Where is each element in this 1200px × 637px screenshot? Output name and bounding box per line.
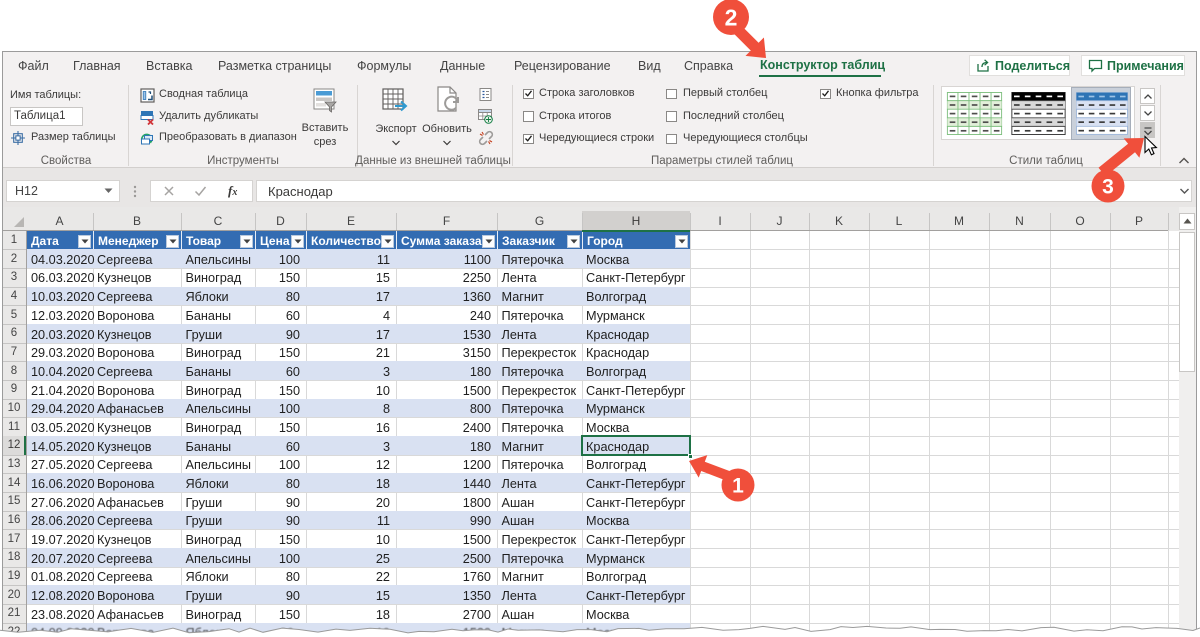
svg-text:1: 1 — [732, 475, 744, 498]
svg-text:3: 3 — [1102, 176, 1114, 199]
svg-text:2: 2 — [725, 5, 738, 31]
